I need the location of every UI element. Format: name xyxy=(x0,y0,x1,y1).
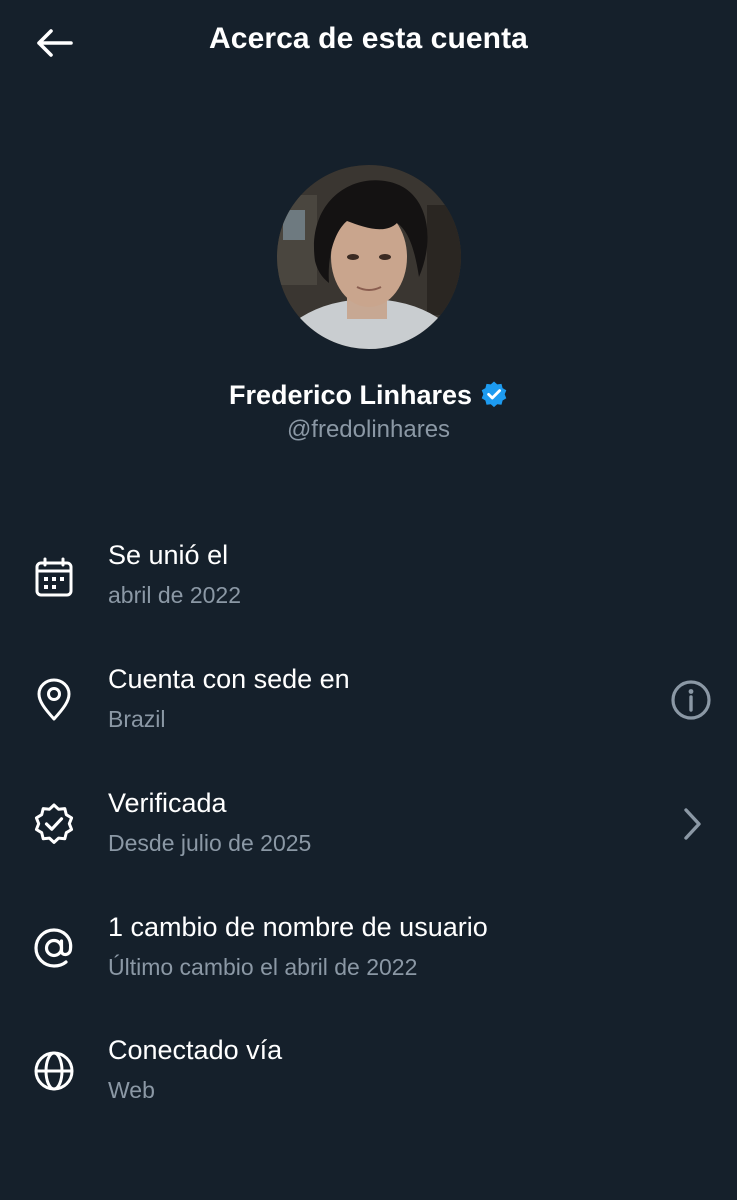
detail-row-username-change: 1 cambio de nombre de usuario Último cam… xyxy=(0,912,737,1012)
profile-name: Frederico Linhares xyxy=(228,380,473,410)
detail-row-connected-via: Conectado vía Web xyxy=(0,1035,737,1135)
calendar-icon xyxy=(35,557,73,597)
detail-label: Cuenta con sede en xyxy=(108,664,350,694)
detail-label: Se unió el xyxy=(108,540,229,570)
avatar[interactable] xyxy=(277,165,461,349)
detail-label: Verificada xyxy=(108,788,227,818)
detail-row-joined: Se unió el abril de 2022 xyxy=(0,540,737,640)
info-icon[interactable] xyxy=(669,678,713,722)
profile-handle: @fredolinhares xyxy=(286,416,451,443)
globe-icon xyxy=(34,1051,74,1091)
page-title: Acerca de esta cuenta xyxy=(209,22,528,55)
detail-value: Brazil xyxy=(108,706,166,732)
at-sign-icon xyxy=(34,928,73,968)
detail-value: abril de 2022 xyxy=(108,582,241,608)
profile-name-row: Frederico Linhares xyxy=(0,380,737,415)
detail-row-location: Cuenta con sede en Brazil xyxy=(0,664,737,764)
verified-badge-icon xyxy=(480,380,508,415)
top-bar: Acerca de esta cuenta xyxy=(0,0,737,86)
detail-label: 1 cambio de nombre de usuario xyxy=(108,912,488,942)
detail-value: Último cambio el abril de 2022 xyxy=(108,954,418,980)
chevron-right-icon[interactable] xyxy=(669,802,713,846)
detail-label: Conectado vía xyxy=(108,1035,283,1065)
verified-check-icon xyxy=(34,803,74,844)
detail-row-verified[interactable]: Verificada Desde julio de 2025 xyxy=(0,788,737,888)
detail-value: Web xyxy=(108,1077,155,1103)
detail-value: Desde julio de 2025 xyxy=(108,830,312,856)
avatar-photo xyxy=(277,165,461,349)
location-pin-icon xyxy=(37,678,71,721)
